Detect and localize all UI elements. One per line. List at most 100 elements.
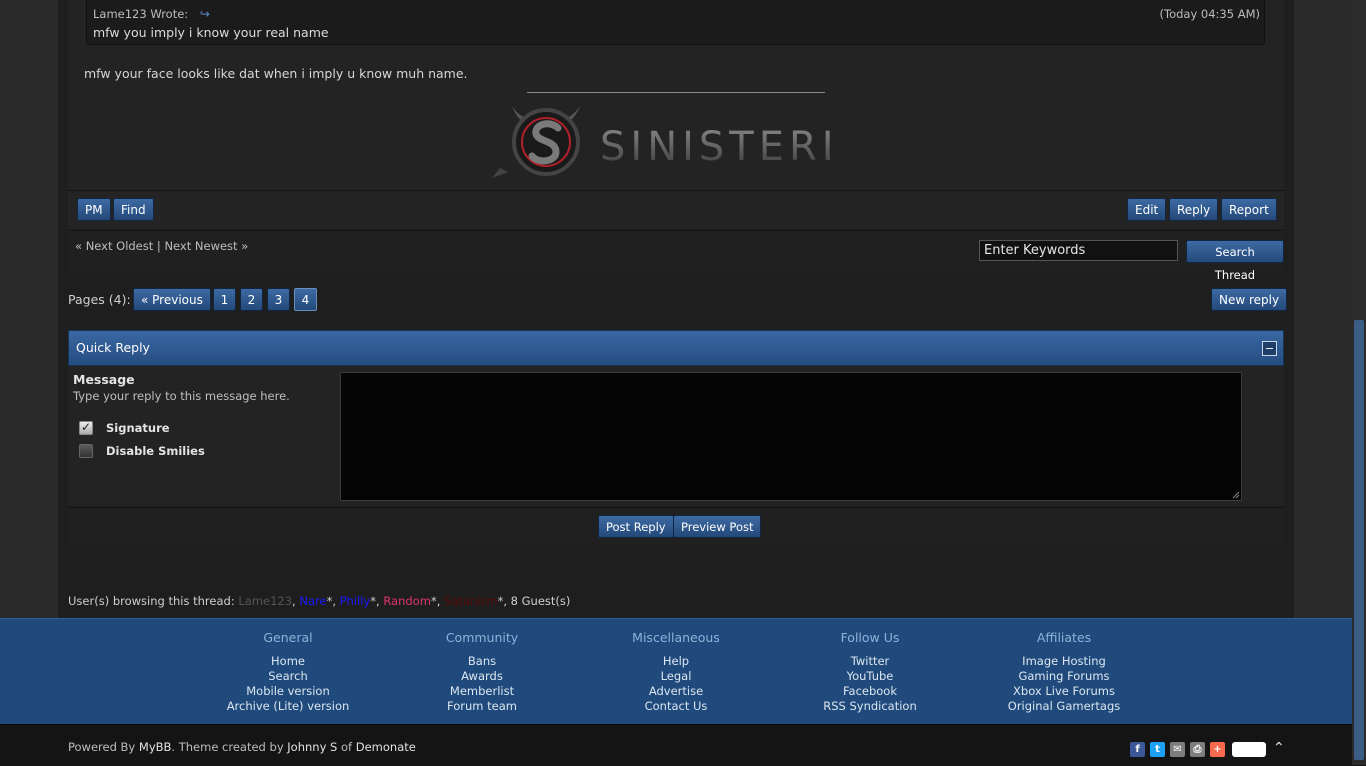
powered-by: Powered By MyBB. Theme created by Johnny… [68, 740, 416, 754]
footer-link[interactable]: Gaming Forums [964, 669, 1164, 684]
browsing-user[interactable]: Random [383, 594, 431, 608]
next-prev-links: « Next Oldest | Next Newest » [75, 239, 248, 253]
nav-separator: | [156, 239, 161, 253]
browsing-user-list: Lame123, Nare*, Philly*, Random*, Satani… [238, 594, 510, 608]
collapse-icon[interactable] [1262, 341, 1277, 356]
message-textarea[interactable] [340, 372, 1242, 501]
browsing-user-suffix: , [292, 594, 296, 608]
post-message: mfw your face looks like dat when i impl… [84, 66, 468, 81]
footer-link[interactable]: Awards [382, 669, 582, 684]
browsing-user[interactable]: Lame123 [238, 594, 292, 608]
footer-link[interactable]: Mobile version [188, 684, 388, 699]
footer-link[interactable]: Forum team [382, 699, 582, 714]
footer-link[interactable]: Xbox Live Forums [964, 684, 1164, 699]
quote-text: mfw you imply i know your real name [93, 25, 329, 40]
next-oldest-link[interactable]: « Next Oldest [75, 239, 153, 253]
message-help: Type your reply to this message here. [73, 389, 290, 403]
share-count-badge [1232, 742, 1266, 757]
report-button[interactable]: Report [1221, 198, 1277, 221]
footer-link[interactable]: Advertise [576, 684, 776, 699]
disable-smilies-checkbox[interactable] [79, 444, 93, 458]
reply-button[interactable]: Reply [1169, 198, 1219, 221]
footer: General Home Search Mobile version Archive (… [0, 618, 1366, 725]
disable-smilies-label: Disable Smilies [106, 444, 205, 458]
footer-heading: Follow Us [840, 630, 900, 645]
page-4-current: 4 [294, 288, 317, 311]
footer-heading: General [263, 630, 313, 645]
twitter-icon[interactable]: t [1150, 742, 1165, 757]
quick-reply-title: Quick Reply [76, 340, 150, 355]
edit-button[interactable]: Edit [1127, 198, 1167, 221]
message-label: Message [73, 372, 135, 387]
footer-link[interactable]: Memberlist [382, 684, 582, 699]
footer-heading: Affiliates [1036, 630, 1092, 645]
quote-author: Lame123 Wrote: [93, 7, 189, 21]
footer-column: General Home Search Mobile version Archive (… [188, 630, 388, 714]
browsing-user[interactable]: Satanism [444, 594, 498, 608]
footer-link[interactable]: Home [188, 654, 388, 669]
studio-link[interactable]: Demonate [356, 740, 416, 754]
footer-link[interactable]: Search [188, 669, 388, 684]
footer-heading: Miscellaneous [632, 630, 720, 645]
browsing-users: User(s) browsing this thread: Lame123, N… [68, 594, 570, 608]
quick-reply-header: Quick Reply [68, 330, 1284, 366]
facebook-icon[interactable]: f [1130, 742, 1145, 757]
browsing-prefix: User(s) browsing this thread: [68, 594, 235, 608]
quote-header: Lame123 Wrote: ↪ [93, 7, 210, 21]
logo-text: SINISTERLY [600, 124, 830, 170]
footer-column: Community Bans Awards Memberlist Forum team [382, 630, 582, 714]
pm-button[interactable]: PM [77, 198, 111, 221]
page-2-button[interactable]: 2 [240, 288, 263, 311]
resize-grip-icon[interactable] [1232, 491, 1240, 499]
guest-count: 8 Guest(s) [510, 594, 571, 608]
find-button[interactable]: Find [113, 198, 154, 221]
previous-page-button[interactable]: « Previous [133, 288, 211, 311]
email-icon[interactable]: ✉ [1170, 742, 1185, 757]
footer-link[interactable]: Original Gamertags [964, 699, 1164, 714]
search-thread-button[interactable]: Search Thread [1186, 240, 1284, 282]
footer-link[interactable]: YouTube [770, 669, 970, 684]
next-newest-link[interactable]: Next Newest » [164, 239, 248, 253]
signature-label: Signature [106, 421, 170, 435]
search-thread-input[interactable]: Enter Keywords [979, 240, 1178, 261]
author-link[interactable]: Johnny S [287, 740, 337, 754]
mybb-link[interactable]: MyBB [139, 740, 172, 754]
submit-row: Post Reply Preview Post [68, 507, 1284, 545]
sinisterly-logo: SINISTERLY [492, 106, 830, 178]
footer-link[interactable]: Image Hosting [964, 654, 1164, 669]
post-reply-button[interactable]: Post Reply [598, 515, 674, 538]
quote-time: (Today 04:35 AM) [1159, 7, 1260, 21]
post-actions-bar: PM Find Edit Reply Report [68, 190, 1284, 229]
quote-block: Lame123 Wrote: ↪ (Today 04:35 AM) mfw yo… [86, 0, 1265, 45]
quote-link-icon[interactable]: ↪ [200, 7, 210, 21]
footer-link[interactable]: RSS Syndication [770, 699, 970, 714]
bottom-bar: Powered By MyBB. Theme created by Johnny… [0, 724, 1366, 766]
browsing-user[interactable]: Nare [299, 594, 326, 608]
footer-link[interactable]: Facebook [770, 684, 970, 699]
footer-column: Follow Us Twitter YouTube Facebook RSS Syndi… [770, 630, 970, 714]
footer-link[interactable]: Contact Us [576, 699, 776, 714]
footer-link[interactable]: Legal [576, 669, 776, 684]
footer-link[interactable]: Help [576, 654, 776, 669]
footer-heading: Community [445, 630, 519, 645]
addthis-icon[interactable]: + [1210, 742, 1225, 757]
page-3-button[interactable]: 3 [267, 288, 290, 311]
of-text: of [341, 740, 353, 754]
footer-column: Miscellaneous Help Legal Advertise Contact U… [576, 630, 776, 714]
browsing-user[interactable]: Philly [340, 594, 371, 608]
new-reply-button[interactable]: New reply [1211, 288, 1288, 311]
back-to-top-icon[interactable]: ⌃ [1273, 740, 1285, 756]
print-icon[interactable]: ⎙ [1190, 742, 1205, 757]
preview-post-button[interactable]: Preview Post [673, 515, 762, 538]
signature-divider [527, 92, 825, 93]
scrollbar[interactable] [1352, 0, 1366, 765]
browsing-user-suffix: *, [326, 594, 336, 608]
footer-link[interactable]: Archive (Lite) version [188, 699, 388, 714]
scrollbar-thumb[interactable] [1354, 320, 1364, 760]
page-1-button[interactable]: 1 [213, 288, 236, 311]
footer-link[interactable]: Twitter [770, 654, 970, 669]
footer-link[interactable]: Bans [382, 654, 582, 669]
signature-checkbox[interactable] [79, 420, 93, 435]
browsing-user-suffix: *, [497, 594, 507, 608]
quick-reply-body: Message Type your reply to this message … [68, 366, 1284, 506]
